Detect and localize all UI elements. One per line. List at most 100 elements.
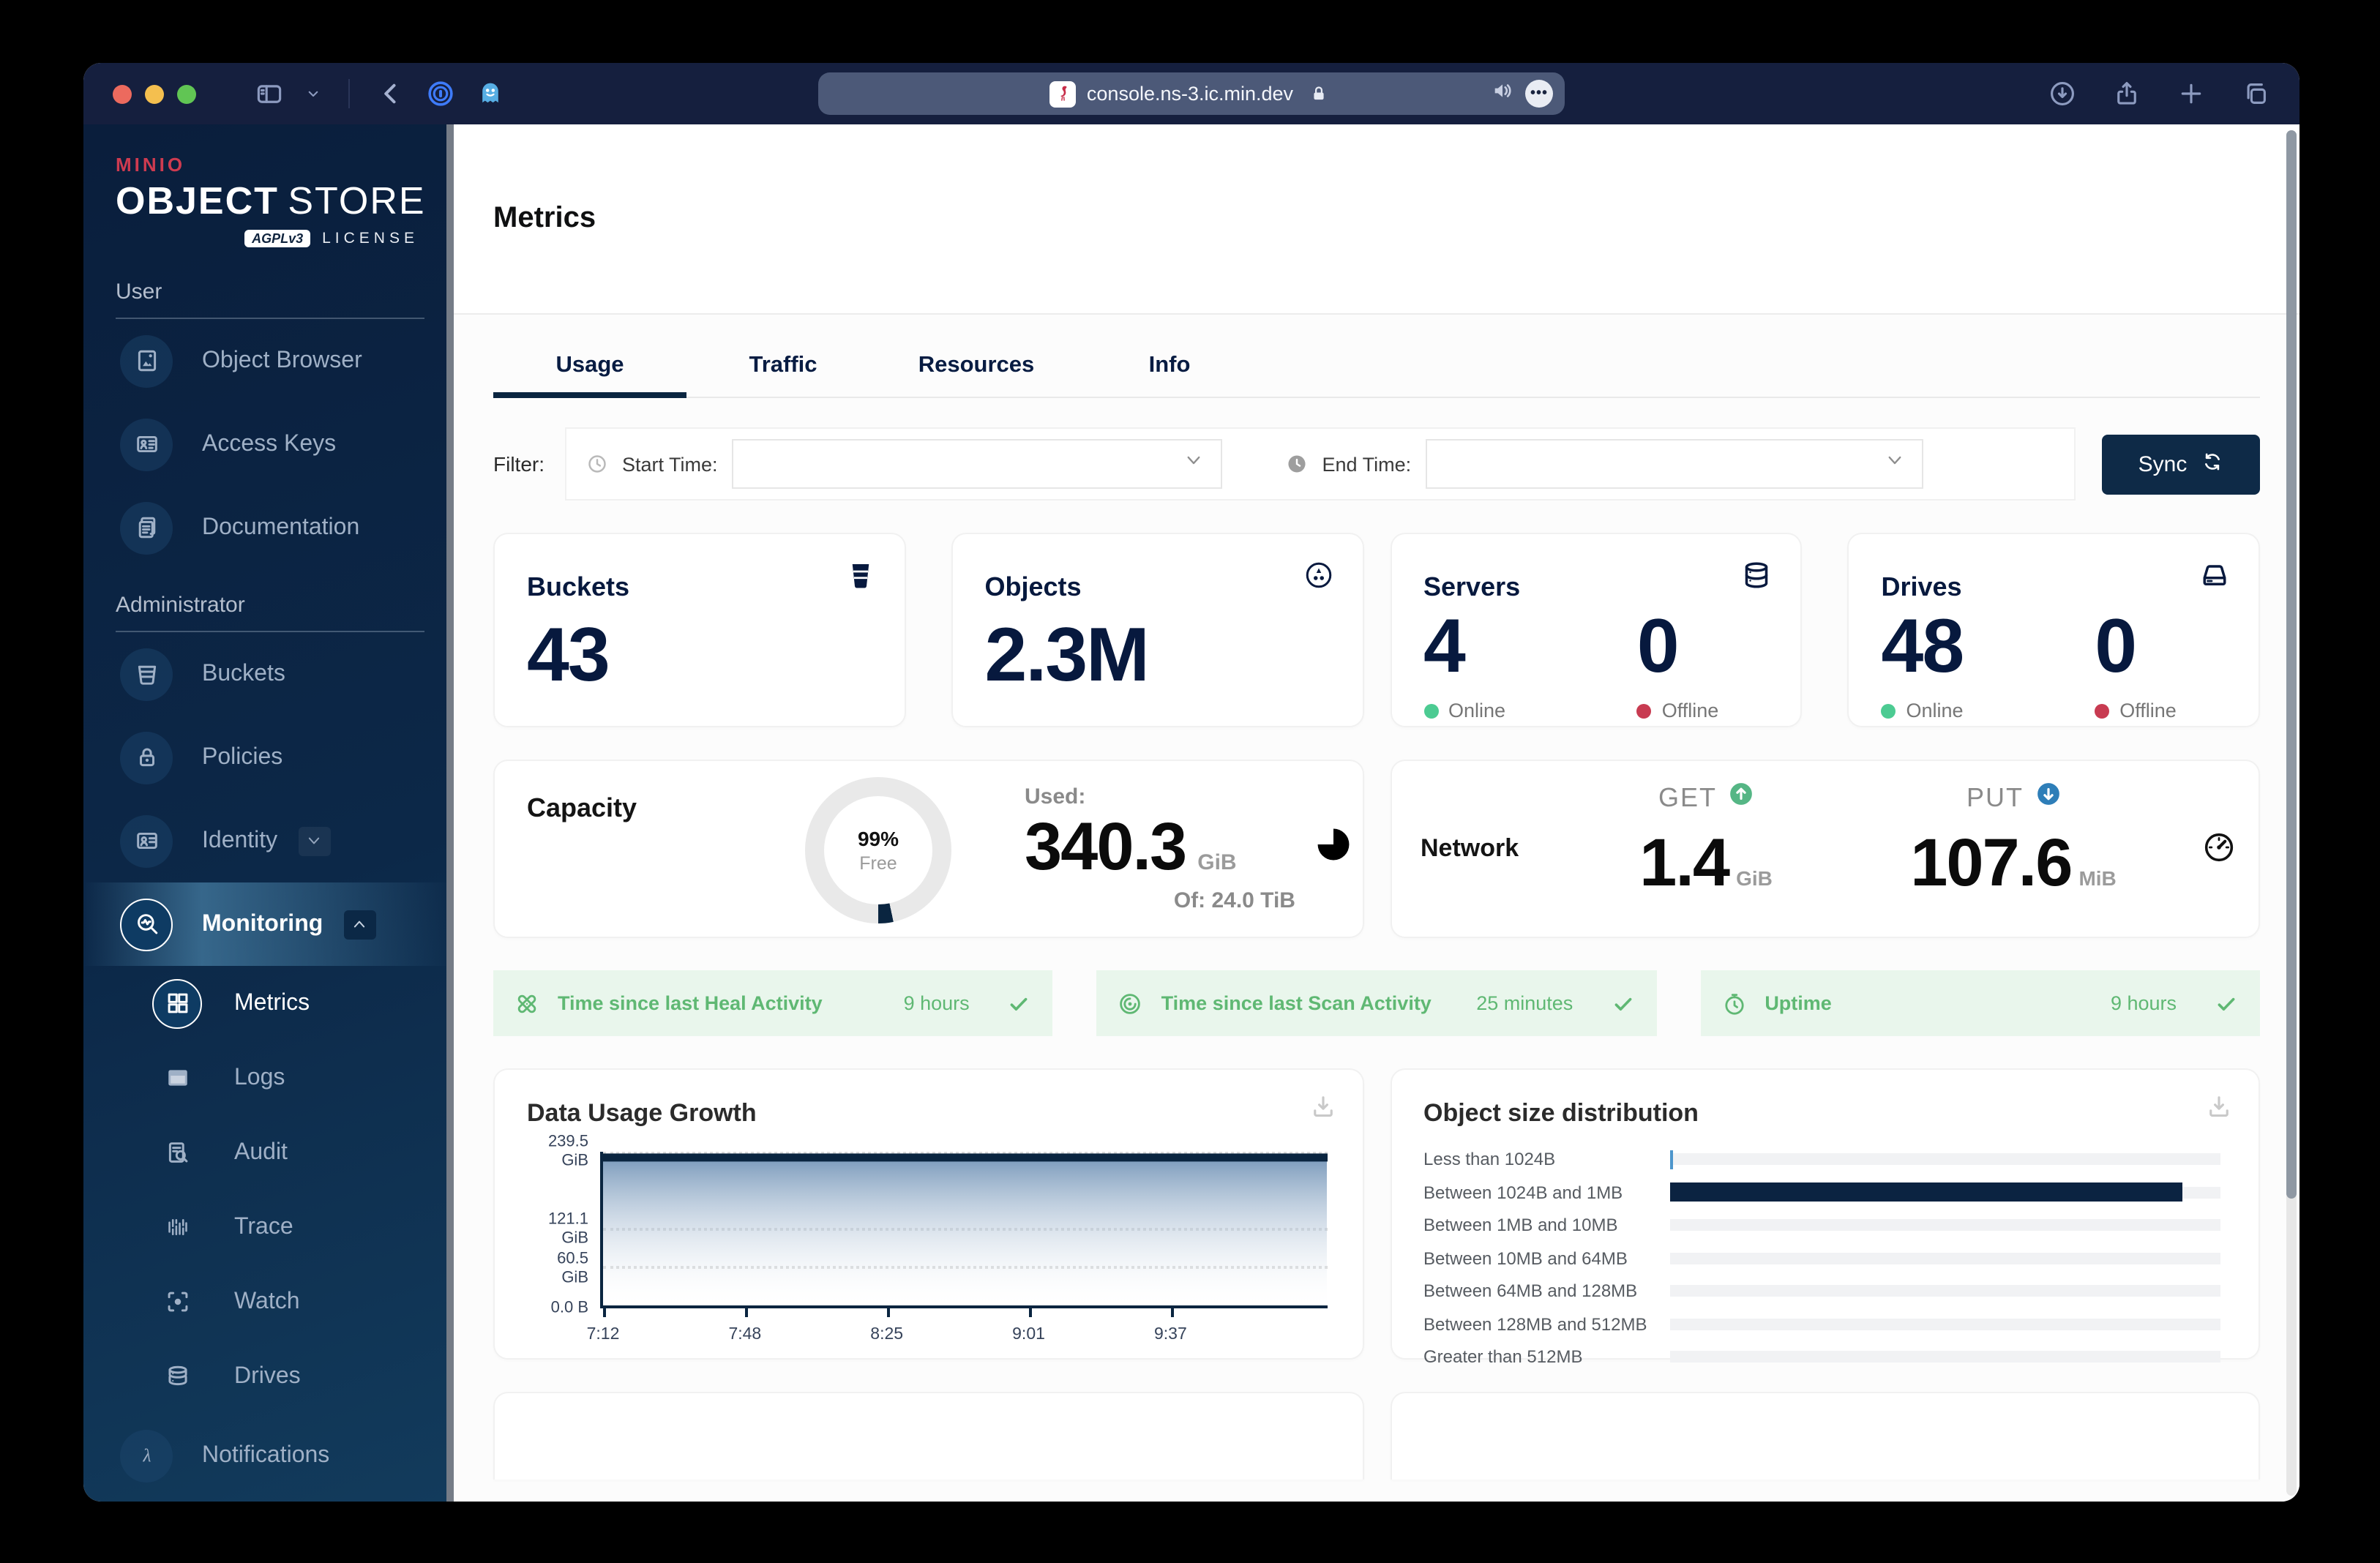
sync-icon (2201, 450, 2223, 478)
sidebar-scrollbar-track[interactable] (446, 124, 454, 1502)
sidebar-section-user: User (116, 280, 424, 319)
address-bar-content: console.ns-3.ic.min.dev (1049, 79, 1333, 108)
sidebar-item-object-browser[interactable]: Object Browser (83, 319, 454, 402)
network-get-value: 1.4 (1639, 824, 1730, 900)
capacity-title: Capacity (527, 793, 637, 822)
pie-chart-icon (1314, 825, 1352, 871)
license-label: LICENSE (322, 230, 419, 247)
toolbar-left (255, 79, 505, 108)
toolbar-right (2048, 79, 2270, 108)
address-bar[interactable]: console.ns-3.ic.min.dev ••• (818, 72, 1565, 115)
capacity-donut-chart: 99% Free (805, 777, 951, 923)
trace-icon (152, 1202, 202, 1252)
y-axis-tick-label: 0.0 B (550, 1299, 588, 1317)
objects-icon (1303, 561, 1333, 597)
sidebar-item-monitoring[interactable]: Monitoring (83, 882, 454, 966)
download-chart-icon[interactable] (2206, 1093, 2232, 1127)
sidebar-subitem-trace[interactable]: Trace (83, 1190, 454, 1264)
sidebar-subitem-label: Watch (234, 1289, 300, 1313)
tab-usage[interactable]: Usage (493, 353, 686, 398)
sidebar-item-identity[interactable]: Identity (83, 799, 454, 882)
new-tab-button[interactable] (2177, 79, 2206, 108)
sidebar-subitem-drives[interactable]: Drives (83, 1339, 454, 1414)
object-size-distribution-title: Object size distribution (1423, 1099, 1699, 1127)
distribution-track (1669, 1182, 2220, 1202)
sidebar-item-label: Notifications (202, 1442, 330, 1467)
servers-offline-count: 0 (1636, 604, 1680, 689)
sidebar-toggle-icon[interactable] (255, 79, 284, 108)
tab-resources[interactable]: Resources (880, 353, 1073, 397)
sidebar-subitem-metrics[interactable]: Metrics (83, 966, 454, 1041)
tab-overview-button[interactable] (2241, 79, 2270, 108)
status-label: Uptime (1765, 992, 1832, 1014)
chevron-down-icon[interactable] (298, 826, 331, 855)
x-axis-tick (1028, 1308, 1032, 1317)
online-dot (1423, 703, 1438, 718)
distribution-row: Between 128MB and 512MB (1423, 1311, 2220, 1337)
partial-card (493, 1392, 1363, 1480)
sidebar-item-policies[interactable]: Policies (83, 716, 454, 799)
distribution-track (1669, 1150, 2220, 1169)
minimize-window-button[interactable] (145, 84, 164, 103)
chevron-up-icon[interactable] (343, 910, 376, 939)
servers-icon (1743, 561, 1772, 597)
status-label: Time since last Heal Activity (558, 992, 823, 1014)
sidebar-scrollbar-thumb[interactable] (446, 124, 454, 1502)
lock-icon (1303, 79, 1333, 108)
metrics-icon (152, 978, 202, 1028)
distribution-track (1669, 1252, 2220, 1264)
sidebar-item-tiers[interactable]: Tiers (83, 1497, 454, 1502)
start-time-select[interactable] (732, 439, 1223, 489)
mute-tab-icon[interactable] (1492, 79, 1513, 108)
objects-card-title: Objects (984, 572, 1082, 601)
buckets-card-title: Buckets (527, 572, 630, 601)
share-button[interactable] (2112, 79, 2141, 108)
onepassword-extension-icon[interactable] (426, 79, 455, 108)
downloads-button[interactable] (2048, 79, 2077, 108)
sidebar-subitem-watch[interactable]: Watch (83, 1264, 454, 1339)
capacity-used-value: 340.3 (1025, 808, 1187, 884)
distribution-row: Between 1024B and 1MB (1423, 1179, 2220, 1205)
tab-traffic[interactable]: Traffic (686, 353, 880, 397)
documentation-icon (120, 501, 173, 554)
distribution-row: Between 10MB and 64MB (1423, 1245, 2220, 1271)
page-scrollbar-thumb[interactable] (2286, 130, 2297, 1199)
sidebar-item-buckets[interactable]: Buckets (83, 632, 454, 716)
distribution-row: Less than 1024B (1423, 1146, 2220, 1172)
speedometer-icon (2203, 831, 2235, 871)
zoom-window-button[interactable] (177, 84, 196, 103)
sidebar-subitem-label: Drives (234, 1363, 301, 1388)
window-controls[interactable] (113, 84, 196, 103)
chevron-down-icon[interactable] (304, 79, 322, 108)
watch-icon (152, 1277, 202, 1327)
drives-icon (152, 1352, 202, 1401)
stat-cards-row: Buckets 43 Objects 2.3M Servers 4 Online… (493, 533, 2260, 727)
sidebar-item-documentation[interactable]: Documentation (83, 486, 454, 569)
identity-icon (120, 814, 173, 867)
sidebar-subitem-logs[interactable]: Logs (83, 1041, 454, 1115)
download-chart-icon[interactable] (1309, 1093, 1336, 1127)
sidebar-subitem-audit[interactable]: Audit (83, 1115, 454, 1190)
end-time-select[interactable] (1426, 439, 1924, 489)
sidebar-item-access-keys[interactable]: Access Keys (83, 402, 454, 486)
sync-button[interactable]: Sync (2102, 434, 2260, 494)
distribution-track (1669, 1285, 2220, 1297)
sidebar-item-notifications[interactable]: λ Notifications (83, 1414, 454, 1497)
status-bar-heal: Time since last Heal Activity 9 hours (493, 970, 1053, 1036)
ghostery-extension-icon[interactable] (476, 79, 505, 108)
filter-label: Filter: (493, 452, 545, 476)
back-button[interactable] (376, 79, 405, 108)
tab-info[interactable]: Info (1073, 353, 1266, 397)
data-usage-growth-card: Data Usage Growth 239.5 GiB 121.1 GiB 60.5 … (493, 1068, 1363, 1360)
distribution-track (1669, 1351, 2220, 1363)
distribution-category-label: Between 1MB and 10MB (1423, 1215, 1618, 1235)
distribution-row: Between 64MB and 128MB (1423, 1278, 2220, 1304)
scan-icon (1119, 992, 1142, 1015)
close-window-button[interactable] (113, 84, 132, 103)
tab-bar: Usage Traffic Resources Info (493, 353, 2260, 398)
chevron-down-icon (1185, 451, 1204, 477)
sidebar-item-label: Identity (202, 828, 278, 852)
chevron-down-icon (1885, 451, 1904, 477)
access-keys-icon (120, 418, 173, 471)
page-options-button[interactable]: ••• (1525, 80, 1553, 108)
